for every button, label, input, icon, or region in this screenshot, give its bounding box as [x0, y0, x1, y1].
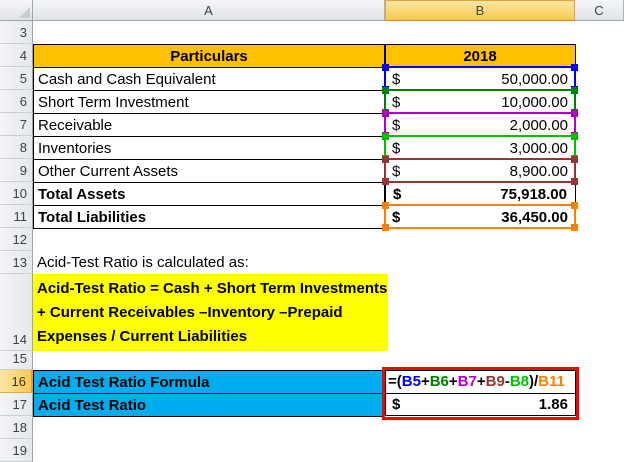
formula-token: B8: [509, 373, 529, 390]
amount: 10,000.00: [501, 93, 568, 111]
row-header-18[interactable]: 18: [0, 416, 33, 439]
amount: 36,450.00: [501, 208, 568, 226]
column-header-c[interactable]: C: [575, 0, 624, 21]
cell-b9-value[interactable]: $ 8,900.00: [385, 159, 576, 183]
cell-a8-label[interactable]: Inventories: [33, 136, 385, 160]
column-header-a[interactable]: A: [33, 0, 385, 21]
row-header-8[interactable]: 8: [0, 136, 33, 159]
currency-symbol: $: [392, 208, 401, 226]
formula-token: +: [420, 373, 430, 390]
cell-a11-total-liabilities-label[interactable]: Total Liabilities: [33, 205, 385, 229]
currency-symbol: $: [392, 139, 401, 157]
cell-a10-total-assets-label[interactable]: Total Assets: [33, 182, 385, 206]
amount: 75,918.00: [500, 185, 567, 203]
row-header-14[interactable]: 14: [0, 274, 33, 351]
amount: 50,000.00: [501, 70, 568, 88]
row-header-12[interactable]: 12: [0, 228, 33, 251]
cell-b7-value[interactable]: $ 2,000.00: [385, 113, 576, 137]
formula-token: +: [476, 373, 486, 390]
currency-symbol: $: [393, 185, 402, 203]
row-header-11[interactable]: 11: [0, 205, 33, 228]
row-header-17[interactable]: 17: [0, 393, 33, 416]
amount: 8,900.00: [509, 162, 568, 180]
note-line-1: Acid-Test Ratio = Cash + Short Term Inve…: [37, 280, 388, 297]
cell-b16-formula[interactable]: =(B5 + B6 + B7 + B9- B8)/B11: [385, 370, 576, 393]
currency-symbol: $: [392, 116, 401, 134]
row-header-5[interactable]: 5: [0, 67, 33, 90]
formula-token: +: [448, 373, 458, 390]
amount: 3,000.00: [509, 139, 568, 157]
note-line-2: + Current Receivables –Inventory –Prepai…: [37, 304, 343, 321]
note-line-3: Expenses / Current Liabilities: [37, 328, 248, 345]
amount: 1.86: [538, 396, 568, 413]
currency-symbol: $: [392, 162, 401, 180]
cell-a16-formula-label[interactable]: Acid Test Ratio Formula: [33, 370, 383, 394]
cell-b4-year-header[interactable]: 2018: [385, 44, 576, 68]
cell-b5-value[interactable]: $ 50,000.00: [385, 67, 576, 91]
formula-token: B7: [457, 373, 477, 390]
currency-symbol: $: [392, 396, 401, 413]
cell-b6-value[interactable]: $ 10,000.00: [385, 90, 576, 114]
column-header-b[interactable]: B: [385, 0, 575, 21]
cell-a9-label[interactable]: Other Current Assets: [33, 159, 385, 183]
formula-token: B6: [429, 373, 449, 390]
row-header-4[interactable]: 4: [0, 44, 33, 67]
row-header-9[interactable]: 9: [0, 159, 33, 182]
spreadsheet: A B C 3 4 5 6 7 8 9 10 11 12 13 14 15 16…: [0, 0, 624, 462]
row-header-13[interactable]: 13: [0, 251, 33, 274]
cell-a7-label[interactable]: Receivable: [33, 113, 385, 137]
row-header-16[interactable]: 16: [0, 370, 33, 393]
cell-b8-value[interactable]: $ 3,000.00: [385, 136, 576, 160]
intro-text[interactable]: Acid-Test Ratio is calculated as:: [33, 251, 385, 274]
formula-definition-note[interactable]: Acid-Test Ratio = Cash + Short Term Inve…: [33, 274, 388, 351]
formula-token: B5: [401, 373, 421, 390]
formula-token: )/: [529, 373, 539, 390]
row-header-3[interactable]: 3: [0, 21, 33, 44]
cell-b10-total-assets-value[interactable]: $ 75,918.00: [385, 182, 576, 206]
cell-a6-label[interactable]: Short Term Investment: [33, 90, 385, 114]
row-header-10[interactable]: 10: [0, 182, 33, 205]
cell-a17-ratio-label[interactable]: Acid Test Ratio: [33, 393, 383, 417]
cell-b17-ratio-value[interactable]: $ 1.86: [385, 393, 576, 416]
currency-symbol: $: [392, 70, 401, 88]
row-header-6[interactable]: 6: [0, 90, 33, 113]
currency-symbol: $: [392, 93, 401, 111]
formula-token: B9: [485, 373, 505, 390]
select-all-corner[interactable]: [0, 0, 33, 21]
amount: 2,000.00: [509, 116, 568, 134]
row-header-19[interactable]: 19: [0, 439, 33, 462]
formula-token: =(: [388, 373, 402, 390]
row-header-7[interactable]: 7: [0, 113, 33, 136]
cell-b11-total-liabilities-value[interactable]: $ 36,450.00: [385, 205, 576, 229]
select-all-triangle-icon: [19, 7, 30, 18]
formula-token: B11: [538, 373, 565, 390]
cell-a4-particulars-header[interactable]: Particulars: [33, 44, 385, 68]
cell-a5-label[interactable]: Cash and Cash Equivalent: [33, 67, 385, 91]
row-header-15[interactable]: 15: [0, 351, 33, 370]
